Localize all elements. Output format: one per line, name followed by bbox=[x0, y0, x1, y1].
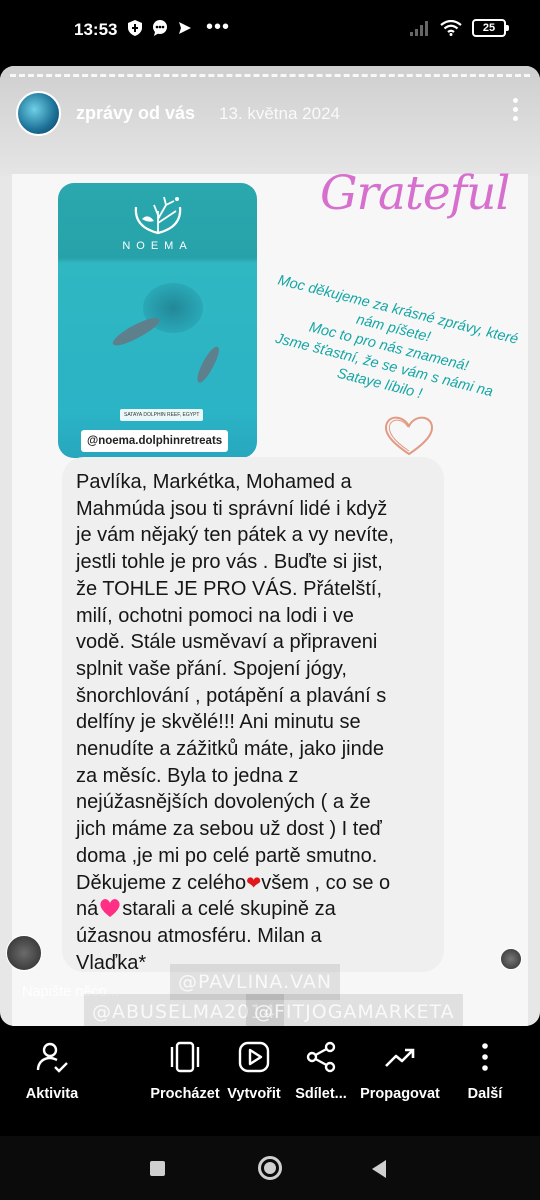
story-avatar[interactable] bbox=[16, 91, 61, 136]
promote-icon bbox=[385, 1048, 415, 1067]
chat-bubble-icon bbox=[153, 20, 167, 36]
red-heart-icon: ❤ bbox=[246, 872, 262, 893]
message-line: Děkujeme z celého❤všem , co se o bbox=[76, 870, 430, 897]
back-button[interactable] bbox=[372, 1160, 386, 1178]
location-tag: SATAYA DOLPHIN REEF, EGYPT bbox=[120, 409, 204, 421]
action-label: Další bbox=[467, 1086, 503, 1102]
message-line: úžasnou atmosféru. Milan a bbox=[76, 924, 322, 947]
heart-outline-icon bbox=[385, 416, 433, 456]
message-fragment: starali a celé skupině za bbox=[122, 898, 336, 921]
message-line: jich máme za sebou už dost ) I teď bbox=[76, 818, 382, 841]
status-time: 13:53 bbox=[74, 20, 118, 39]
recent-apps-button[interactable] bbox=[150, 1161, 165, 1176]
notification-icons bbox=[128, 20, 192, 36]
more-notifications-icon: ••• bbox=[206, 16, 231, 38]
viewer-avatar-small[interactable] bbox=[500, 948, 522, 970]
message-line: vodě. Stále usměvaví a připraveni bbox=[76, 631, 378, 654]
create-button[interactable]: Vytvořit bbox=[222, 1040, 286, 1102]
shield-icon bbox=[128, 20, 142, 36]
noema-brand: NOEMA bbox=[122, 240, 193, 252]
message-line: nejúžasnějších dovolených ( a že bbox=[76, 791, 371, 814]
message-line: doma ,je mi po celé partě smutno. bbox=[76, 844, 378, 867]
status-bar: 13:53 ••• 25 bbox=[0, 0, 540, 62]
viewer-avatar[interactable] bbox=[6, 935, 42, 971]
coral-logo-icon bbox=[134, 196, 182, 235]
mention-tag[interactable]: @FITJOGAMARKETA bbox=[246, 994, 463, 1026]
message-line: ná starali a celé skupině za bbox=[76, 896, 430, 923]
mention-sticker[interactable]: @noema.dolphinretreats bbox=[81, 430, 229, 452]
message-line: milí, ochotni pomoci na lodi i ve bbox=[76, 604, 354, 627]
message-bubble: Pavlíka, Markétka, Mohamed a Mahmúda jso… bbox=[62, 457, 444, 974]
noema-post-card: NOEMA SATAYA DOLPHIN REEF, EGYPT @noema.… bbox=[58, 183, 257, 458]
dolphin bbox=[109, 313, 163, 350]
browse-icon bbox=[170, 1041, 200, 1073]
home-button[interactable] bbox=[258, 1156, 282, 1180]
wifi-icon bbox=[440, 20, 462, 36]
pink-heart-icon bbox=[100, 899, 120, 918]
story-progress bbox=[10, 74, 530, 77]
grateful-title: Grateful bbox=[320, 166, 510, 221]
message-line: Mahmúda jsou ti správní lidé i když bbox=[76, 497, 388, 520]
browse-button[interactable]: Procházet bbox=[146, 1040, 224, 1102]
story-action-bar: Aktivita Procházet Vytvořit Sdílet... Pr… bbox=[0, 1026, 540, 1136]
activity-icon bbox=[36, 1042, 68, 1073]
message-fragment: ná bbox=[76, 898, 99, 921]
system-nav-bar bbox=[0, 1136, 540, 1200]
action-label: Aktivita bbox=[25, 1086, 79, 1102]
message-line: je vám nějaký ten pátek a vy nevíte, bbox=[76, 524, 394, 547]
message-fragment: Děkujeme z celého bbox=[76, 871, 247, 894]
story-date: 13. května 2024 bbox=[219, 104, 340, 123]
story-username[interactable]: zprávy od vás bbox=[76, 103, 195, 124]
action-label: Procházet bbox=[150, 1086, 220, 1102]
message-line: že TOHLE JE PRO VÁS. Přátelští, bbox=[76, 577, 383, 600]
story-menu-icon[interactable] bbox=[512, 98, 518, 121]
message-line: nenudíte a zážitků máte, jako jinde bbox=[76, 738, 384, 761]
battery-indicator: 25 bbox=[472, 19, 509, 37]
message-line: splnit vaše přání. Spojení jógy, bbox=[76, 657, 347, 680]
more-button[interactable]: Další bbox=[458, 1040, 512, 1102]
dolphin bbox=[193, 344, 223, 385]
create-icon bbox=[238, 1041, 270, 1073]
message-line: delfíny je skvělé!!! Ani minutu se bbox=[76, 711, 361, 734]
action-label: Sdílet... bbox=[295, 1086, 347, 1102]
action-label: Propagovat bbox=[360, 1086, 440, 1102]
activity-button[interactable]: Aktivita bbox=[20, 1040, 84, 1102]
message-line: Pavlíka, Markétka, Mohamed a bbox=[76, 471, 352, 493]
share-icon bbox=[306, 1041, 336, 1073]
signal-icon bbox=[410, 21, 428, 36]
story-header: zprávy od vás 13. května 2024 bbox=[0, 66, 540, 176]
more-icon bbox=[482, 1043, 488, 1071]
share-button[interactable]: Sdílet... bbox=[291, 1040, 351, 1102]
message-fragment: všem , co se o bbox=[261, 871, 391, 894]
message-line: za měsíc. Byla to jedna z bbox=[76, 764, 299, 787]
send-icon bbox=[179, 22, 191, 34]
promote-button[interactable]: Propagovat bbox=[356, 1040, 444, 1102]
action-label: Vytvořit bbox=[227, 1086, 281, 1102]
story-viewer[interactable]: zprávy od vás 13. května 2024 NOEMA SATA… bbox=[0, 66, 540, 1026]
message-line: šnorchlování , potápění a plavání s bbox=[76, 684, 387, 707]
message-line: jestli tohle je pro vás . Buďte si jist, bbox=[76, 551, 383, 574]
